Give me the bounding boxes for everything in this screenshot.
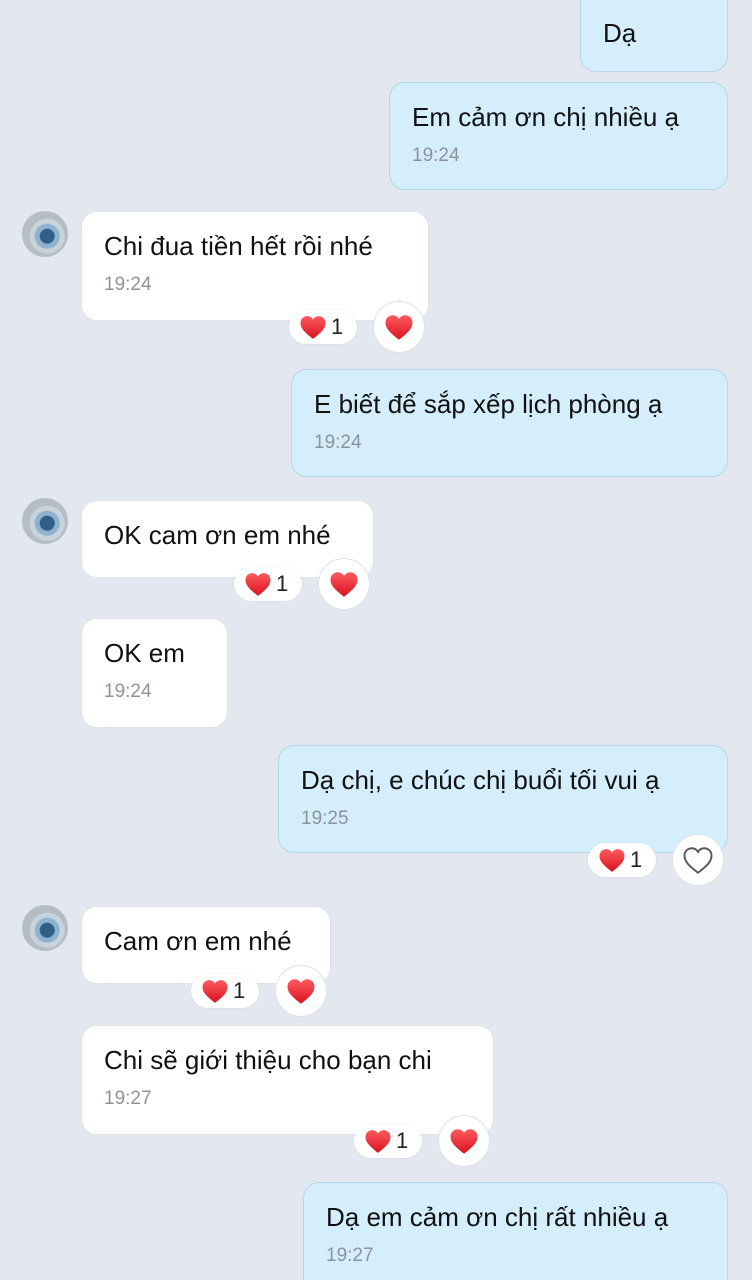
message-bubble-incoming[interactable]: Chi sẽ giới thiệu cho bạn chi 19:27 bbox=[81, 1025, 494, 1135]
message-text: Dạ bbox=[603, 18, 637, 48]
message-text: OK em bbox=[104, 638, 185, 668]
reaction-summary[interactable]: 1 bbox=[588, 843, 656, 877]
message-bubble-outgoing[interactable]: Dạ bbox=[580, 0, 728, 72]
heart-filled-icon bbox=[329, 571, 359, 598]
message-bubble-outgoing[interactable]: Dạ em cảm ơn chị rất nhiều ạ 19:27 bbox=[303, 1182, 728, 1280]
message-text: Chi sẽ giới thiệu cho bạn chi bbox=[104, 1045, 432, 1075]
heart-outline-icon bbox=[683, 847, 713, 874]
message-bubble-outgoing[interactable]: Dạ chị, e chúc chị buổi tối vui ạ 19:25 bbox=[278, 745, 728, 853]
avatar[interactable] bbox=[22, 498, 68, 544]
heart-filled-icon bbox=[384, 314, 414, 341]
heart-icon bbox=[598, 848, 626, 873]
heart-filled-icon bbox=[449, 1128, 479, 1155]
heart-filled-icon bbox=[286, 978, 316, 1005]
heart-icon bbox=[201, 979, 229, 1004]
message-text: Cam ơn em nhé bbox=[104, 926, 292, 956]
reaction-summary[interactable]: 1 bbox=[289, 310, 357, 344]
heart-icon bbox=[364, 1129, 392, 1154]
message-timestamp: 19:25 bbox=[301, 808, 349, 829]
message-timestamp: 19:24 bbox=[104, 274, 152, 295]
message-timestamp: 19:27 bbox=[326, 1245, 374, 1266]
react-button[interactable] bbox=[318, 558, 370, 610]
message-bubble-incoming[interactable]: OK em 19:24 bbox=[81, 618, 228, 728]
message-bubble-incoming[interactable]: Chi đua tiền hết rồi nhé 19:24 bbox=[81, 211, 429, 321]
reaction-count: 1 bbox=[276, 571, 289, 596]
reaction-summary[interactable]: 1 bbox=[354, 1124, 422, 1158]
react-button[interactable] bbox=[373, 301, 425, 353]
reaction-count: 1 bbox=[396, 1128, 409, 1153]
heart-icon bbox=[299, 315, 327, 340]
reaction-summary[interactable]: 1 bbox=[191, 974, 259, 1008]
message-text: OK cam ơn em nhé bbox=[104, 520, 331, 550]
message-text: Chi đua tiền hết rồi nhé bbox=[104, 231, 373, 261]
message-text: Dạ chị, e chúc chị buổi tối vui ạ bbox=[301, 765, 660, 795]
message-timestamp: 19:24 bbox=[412, 145, 460, 166]
reaction-summary[interactable]: 1 bbox=[234, 567, 302, 601]
message-timestamp: 19:27 bbox=[104, 1088, 152, 1109]
avatar[interactable] bbox=[22, 905, 68, 951]
avatar[interactable] bbox=[22, 211, 68, 257]
react-button[interactable] bbox=[275, 965, 327, 1017]
heart-icon bbox=[244, 572, 272, 597]
message-bubble-outgoing[interactable]: E biết để sắp xếp lịch phòng ạ 19:24 bbox=[291, 369, 728, 477]
message-bubble-outgoing[interactable]: Em cảm ơn chị nhiều ạ 19:24 bbox=[389, 82, 728, 190]
message-text: E biết để sắp xếp lịch phòng ạ bbox=[314, 389, 663, 419]
reaction-count: 1 bbox=[233, 978, 246, 1003]
reaction-count: 1 bbox=[331, 314, 344, 339]
react-button[interactable] bbox=[438, 1115, 490, 1167]
react-button[interactable] bbox=[672, 834, 724, 886]
message-timestamp: 19:24 bbox=[314, 432, 362, 453]
message-timestamp: 19:24 bbox=[104, 681, 152, 702]
message-text: Em cảm ơn chị nhiều ạ bbox=[412, 102, 680, 132]
reaction-count: 1 bbox=[630, 847, 643, 872]
message-text: Dạ em cảm ơn chị rất nhiều ạ bbox=[326, 1202, 669, 1232]
